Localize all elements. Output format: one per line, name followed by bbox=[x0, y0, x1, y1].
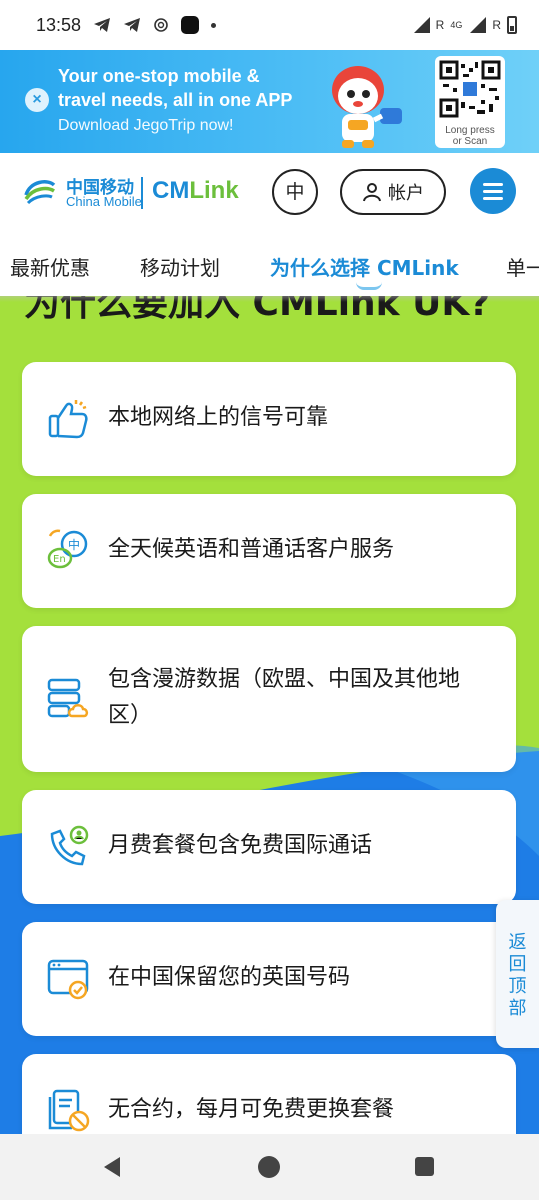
feature-text: 月费套餐包含免费国际通话 bbox=[108, 833, 373, 858]
browser-check-icon bbox=[47, 959, 89, 1000]
feature-text: 本地网络上的信号可靠 bbox=[108, 405, 329, 430]
cmlink-logo[interactable]: CMLink bbox=[152, 177, 239, 205]
signal-icon bbox=[412, 17, 430, 33]
battery-icon bbox=[507, 16, 517, 34]
phone-call-icon bbox=[50, 825, 89, 866]
feature-text: 全天候英语和普通话客户服务 bbox=[108, 537, 395, 562]
no-contract-icon bbox=[48, 1089, 90, 1132]
feature-card: 在中国保留您的英国号码 bbox=[22, 922, 516, 1036]
status-bar: 13:58 R 4G R bbox=[0, 0, 539, 50]
feature-card: 月费套餐包含免费国际通话 bbox=[22, 790, 516, 904]
account-label: 帐户 bbox=[388, 183, 424, 204]
qr-code[interactable]: Long press or Scan bbox=[435, 56, 505, 148]
telegram-icon bbox=[124, 18, 141, 32]
language-chat-icon: 中 En bbox=[47, 529, 88, 569]
tab-mobile-plans[interactable]: 移动计划 bbox=[140, 252, 220, 281]
feature-card: 本地网络上的信号可靠 bbox=[22, 362, 516, 476]
close-icon[interactable]: × bbox=[25, 88, 49, 112]
qr-label-line-2: or Scan bbox=[452, 136, 488, 147]
svg-text:中: 中 bbox=[68, 537, 80, 552]
brand-name-english: China Mobile bbox=[66, 194, 142, 209]
cloud-data-icon bbox=[47, 678, 89, 718]
tabs-shadow bbox=[0, 296, 539, 302]
active-tab-indicator bbox=[356, 282, 382, 290]
qr-code-image bbox=[439, 60, 501, 118]
banner-download-text[interactable]: Download JegoTrip now! bbox=[58, 117, 234, 135]
status-notification-icons bbox=[93, 16, 217, 34]
feature-text: 无合约，每月可免费更换套餐 bbox=[108, 1097, 395, 1122]
hamburger-menu-button[interactable] bbox=[470, 168, 516, 214]
feature-text: 包含漫游数据（欧盟、中国及其他地区） bbox=[108, 667, 461, 728]
user-icon bbox=[363, 183, 381, 202]
tab-latest-offers[interactable]: 最新优惠 bbox=[10, 252, 90, 281]
china-mobile-logo-icon[interactable] bbox=[22, 173, 58, 209]
language-button[interactable]: 中 bbox=[272, 169, 318, 215]
logo-divider bbox=[141, 177, 143, 209]
menu-line bbox=[483, 182, 503, 186]
qr-label: Long press or Scan bbox=[439, 125, 501, 147]
status-time: 13:58 bbox=[36, 14, 82, 35]
telegram-icon bbox=[94, 18, 111, 32]
back-icon[interactable] bbox=[104, 1157, 120, 1177]
banner-headline-1: Your one-stop mobile & bbox=[58, 66, 260, 86]
cmlink-logo-link: Link bbox=[189, 177, 239, 204]
site-header: 中国移动 China Mobile CMLink bbox=[0, 153, 539, 230]
roaming-indicator: R bbox=[435, 18, 445, 32]
back-to-top-button[interactable]: 返回顶部 bbox=[496, 900, 539, 1048]
menu-line bbox=[483, 196, 503, 200]
menu-line bbox=[483, 189, 503, 193]
svg-text:En: En bbox=[53, 554, 66, 565]
feature-card: 包含漫游数据（欧盟、中国及其他地区） bbox=[22, 626, 516, 772]
openai-icon bbox=[154, 18, 168, 32]
signal-icon bbox=[468, 17, 487, 33]
back-to-top-label: 返回顶部 bbox=[508, 932, 527, 1019]
feature-text: 在中国保留您的英国号码 bbox=[108, 965, 351, 990]
feature-card: 中 En 全天候英语和普通话客户服务 bbox=[22, 494, 516, 608]
app-icon bbox=[181, 16, 200, 34]
mascot-illustration bbox=[332, 66, 402, 148]
qr-label-line-1: Long press bbox=[445, 125, 495, 136]
cmlink-logo-cm: CM bbox=[152, 177, 190, 204]
recent-apps-icon[interactable] bbox=[415, 1157, 434, 1176]
app-promo-banner[interactable]: × Your one-stop mobile & travel needs, a… bbox=[0, 50, 539, 153]
network-type: 4G bbox=[450, 20, 463, 30]
dot-icon bbox=[211, 22, 217, 28]
tab-single[interactable]: 单一 bbox=[506, 252, 539, 281]
thumbs-up-icon bbox=[48, 400, 88, 439]
banner-headline-2: travel needs, all in one APP bbox=[58, 90, 293, 110]
why-cmlink-section: 为什么要加入 CMLink UK? 本地网络上的信号可靠 中 En 全天候英语和… bbox=[0, 296, 539, 1134]
account-button[interactable]: 帐户 bbox=[340, 169, 446, 215]
system-navigation-bar bbox=[0, 1134, 539, 1200]
tab-why-cmlink[interactable]: 为什么选择 CMLink bbox=[270, 252, 459, 281]
feature-card: 无合约，每月可免费更换套餐 bbox=[22, 1054, 516, 1134]
section-tabs: 最新优惠 移动计划 为什么选择 CMLink 单一 bbox=[0, 230, 539, 296]
status-system-icons: R 4G R bbox=[412, 16, 517, 34]
roaming-indicator: R bbox=[492, 18, 501, 32]
home-icon[interactable] bbox=[258, 1156, 280, 1178]
